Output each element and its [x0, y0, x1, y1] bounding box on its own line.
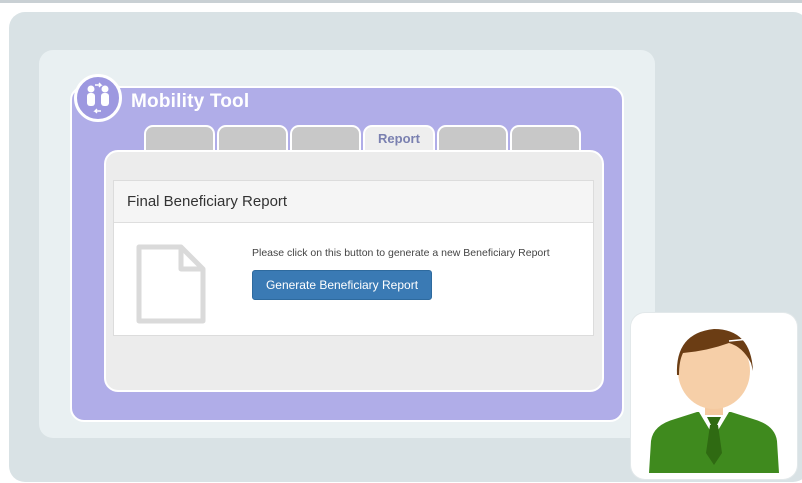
tab-report[interactable]: Report [363, 125, 435, 151]
tab-6[interactable] [510, 125, 581, 151]
tab-1[interactable] [144, 125, 215, 151]
user-avatar-icon [631, 313, 797, 479]
two-people-exchange-icon [74, 74, 122, 122]
instruction-text: Please click on this button to generate … [252, 247, 550, 259]
top-rule [0, 0, 802, 3]
report-title: Final Beneficiary Report [127, 193, 288, 210]
app-title: Mobility Tool [131, 91, 250, 112]
generate-report-button[interactable]: Generate Beneficiary Report [252, 270, 432, 300]
report-card: Final Beneficiary Report Please click on… [113, 180, 594, 336]
tab-5[interactable] [437, 125, 508, 151]
document-icon [135, 243, 207, 330]
card-header: Final Beneficiary Report [114, 181, 593, 223]
tab-2[interactable] [217, 125, 288, 151]
tab-3[interactable] [290, 125, 361, 151]
